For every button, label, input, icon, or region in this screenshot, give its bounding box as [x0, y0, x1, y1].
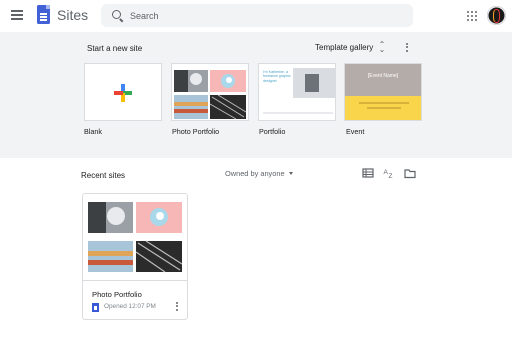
- site-opened-time: Opened 12:07 PM: [104, 303, 156, 310]
- template-portfolio[interactable]: I'm Katherine, a freelance graphic desig…: [258, 63, 336, 121]
- template-photo-portfolio[interactable]: [171, 63, 249, 121]
- search-icon[interactable]: [112, 10, 121, 19]
- template-event[interactable]: [Event Name]: [344, 63, 422, 121]
- template-gallery: Start a new site Template gallery ⌃ ⌄ Bla…: [0, 32, 512, 158]
- site-name[interactable]: Photo Portfolio: [92, 290, 142, 299]
- sites-file-icon: [92, 303, 99, 312]
- template-gallery-toggle[interactable]: Template gallery: [315, 43, 373, 52]
- event-heading: [Event Name]: [367, 73, 399, 79]
- search-input[interactable]: [130, 4, 400, 27]
- svg-text:Z: Z: [389, 173, 393, 179]
- caret-down-icon: [288, 172, 293, 175]
- portfolio-heading: I'm Katherine, a freelance graphic desig…: [263, 70, 291, 83]
- photo-portfolio-thumbnail: [174, 70, 247, 120]
- top-app-bar: Sites: [0, 0, 512, 32]
- template-label[interactable]: Event: [346, 127, 364, 136]
- list-view-icon[interactable]: [362, 167, 374, 179]
- menu-icon[interactable]: [11, 10, 23, 20]
- search-bar[interactable]: [101, 4, 413, 27]
- sort-az-icon[interactable]: A Z: [383, 167, 395, 179]
- owner-filter-label: Owned by anyone: [225, 169, 285, 178]
- app-title[interactable]: Sites: [57, 7, 88, 23]
- owner-filter-dropdown[interactable]: Owned by anyone: [225, 169, 293, 178]
- folder-icon[interactable]: [404, 167, 416, 179]
- recent-site-card[interactable]: Photo Portfolio Opened 12:07 PM: [82, 193, 188, 320]
- recent-sites-title: Recent sites: [81, 171, 126, 180]
- unfold-icon[interactable]: ⌃ ⌄: [378, 41, 386, 54]
- apps-grid-icon[interactable]: [467, 11, 478, 22]
- avatar[interactable]: [487, 6, 506, 25]
- gallery-title: Start a new site: [87, 44, 143, 53]
- site-thumbnail: [83, 194, 187, 281]
- template-label[interactable]: Photo Portfolio: [172, 127, 219, 136]
- template-label[interactable]: Blank: [84, 127, 102, 136]
- more-vert-icon[interactable]: [175, 302, 179, 314]
- template-label[interactable]: Portfolio: [259, 127, 285, 136]
- template-blank[interactable]: [84, 63, 162, 121]
- more-vert-icon[interactable]: [405, 43, 409, 55]
- plus-icon: [114, 84, 132, 102]
- sites-logo-icon[interactable]: [37, 5, 50, 24]
